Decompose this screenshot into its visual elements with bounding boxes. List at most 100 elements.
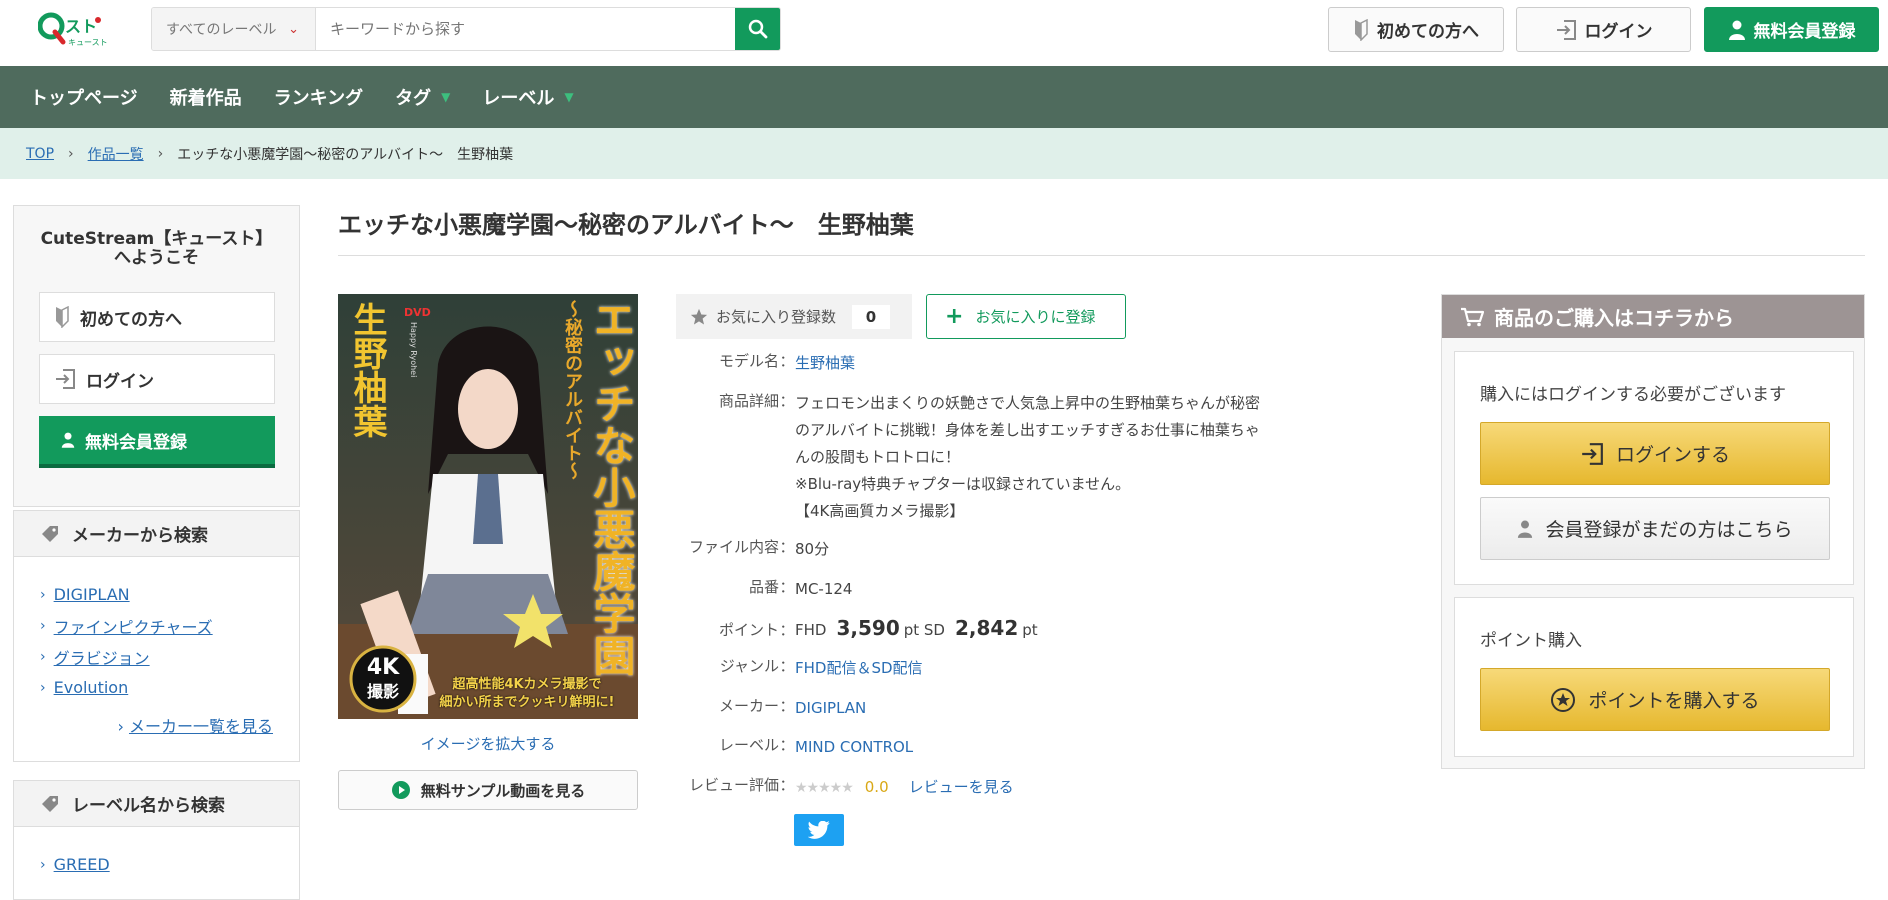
file-content-value: 80分 <box>795 540 830 558</box>
review-score: 0.0 <box>864 778 889 796</box>
sidebar-register-label: 無料会員登録 <box>85 432 187 453</box>
cover-caption-line: 細かい所までクッキリ鮮明に! <box>439 695 615 710</box>
purchase-login-button[interactable]: ログインする <box>1480 422 1830 485</box>
search-button[interactable] <box>735 8 780 50</box>
maker-link[interactable]: DIGIPLAN <box>54 585 130 604</box>
login-icon <box>1582 442 1603 465</box>
genre-link[interactable]: FHD配信＆SD配信 <box>795 655 923 682</box>
maker-link[interactable]: DIGIPLAN <box>795 695 866 722</box>
maker-link[interactable]: グラビジョン <box>54 645 150 669</box>
maker-row: メーカー： DIGIPLAN <box>676 695 866 722</box>
breadcrumb: TOP › 作品一覧 › エッチな小悪魔学園～秘密のアルバイト～ 生野柚葉 <box>0 128 1888 179</box>
sidebar-beginner-button[interactable]: 初めての方へ <box>39 292 275 342</box>
search-input[interactable] <box>316 8 735 50</box>
buy-points-label: ポイントを購入する <box>1588 690 1760 712</box>
sidebar-beginner-label: 初めての方へ <box>80 309 182 330</box>
label-search-title: レーベル名から検索 <box>72 796 225 816</box>
separator: ： <box>779 578 795 596</box>
page-title: エッチな小悪魔学園～秘密のアルバイト～ 生野柚葉 <box>338 211 914 239</box>
detail-label: 商品詳細 <box>718 392 779 410</box>
nav-item-label: レーベル <box>482 88 555 109</box>
play-icon <box>391 781 410 799</box>
file-row: ファイル内容： 80分 <box>676 536 829 563</box>
product-code-value: MC-124 <box>795 580 853 598</box>
nav-item-top[interactable]: トップページ <box>30 84 138 110</box>
cart-icon <box>1461 307 1484 326</box>
maker-label: メーカー <box>718 697 779 715</box>
title-divider <box>338 255 1865 256</box>
maker-search-header: メーカーから検索 <box>14 511 299 557</box>
plus-icon: + <box>945 304 964 329</box>
purchase-box: 商品のご購入はコチラから 購入にはログインする必要がございます ログインする 会… <box>1441 294 1865 769</box>
nav-item-ranking[interactable]: ランキング <box>274 84 363 110</box>
purchase-register-button[interactable]: 会員登録がまだの方はこちら <box>1480 497 1830 560</box>
twitter-share-button[interactable] <box>794 814 844 846</box>
sd-price: 2,842 <box>954 616 1019 640</box>
review-label: レビュー評価 <box>688 776 779 794</box>
login-icon <box>56 369 75 389</box>
review-row: レビュー評価： ★★★★★ 0.0 レビューを見る <box>676 774 1014 802</box>
separator: ： <box>779 776 795 794</box>
login-notice: 購入にはログインする必要がございます <box>1480 385 1786 405</box>
product-cover-image[interactable]: 生野柚葉 エッチな小悪魔学園 ～秘密のアルバイト～ DVD Happy Ryoh… <box>338 294 638 719</box>
purchase-header-text: 商品のご購入はコチラから <box>1494 306 1734 330</box>
register-button[interactable]: 無料会員登録 <box>1704 7 1879 52</box>
chevron-down-icon: ▼ <box>564 90 574 104</box>
maker-link[interactable]: Evolution <box>54 678 129 697</box>
nav-item-label: 新着作品 <box>169 88 242 109</box>
maker-link[interactable]: ファインピクチャーズ <box>54 614 213 638</box>
list-item: › DIGIPLAN <box>40 579 299 610</box>
sd-label: pt SD <box>903 621 945 639</box>
favorite-count-value: 0 <box>852 304 891 329</box>
label-search-header: レーベル名から検索 <box>14 781 299 827</box>
star-circle-icon <box>1551 687 1576 712</box>
svg-text:キュースト: キュースト <box>68 38 108 47</box>
detail-row: 商品詳細： フェロモン出まくりの妖艶さで人気急上昇中の生野柚葉ちゃんが秘密 のア… <box>676 390 1260 525</box>
beginner-label: 初めての方へ <box>1377 22 1479 42</box>
chevron-right-icon: › <box>68 145 74 162</box>
sidebar-register-button[interactable]: 無料会員登録 <box>39 416 275 468</box>
add-favorite-button[interactable]: + お気に入りに登録 <box>926 294 1126 339</box>
cover-subtitle-text: ～秘密のアルバイト～ <box>562 300 583 480</box>
chevron-right-icon: › <box>40 679 46 696</box>
nav-item-label[interactable]: レーベル ▼ <box>482 84 573 110</box>
detail-line: 【4K高画質カメラ撮影】 <box>795 502 965 520</box>
tag-icon <box>42 795 58 812</box>
favorite-count: お気に入り登録数 0 <box>676 294 912 339</box>
maker-more-link[interactable]: メーカー一覧を見る <box>129 717 273 736</box>
login-button[interactable]: ログイン <box>1516 7 1691 52</box>
site-logo[interactable]: スト キュースト <box>37 10 108 50</box>
enlarge-image-link[interactable]: イメージを拡大する <box>338 733 638 754</box>
nav-item-tag[interactable]: タグ ▼ <box>395 84 450 110</box>
cover-4k-badge: 4K 撮影 <box>354 656 412 704</box>
label-link[interactable]: MIND CONTROL <box>795 734 913 761</box>
sidebar-login-button[interactable]: ログイン <box>39 354 275 404</box>
main-nav: トップページ 新着作品 ランキング タグ ▼ レーベル ▼ <box>0 66 1888 128</box>
label-search-box: レーベル名から検索 › GREED <box>13 780 300 900</box>
separator: ： <box>779 697 795 715</box>
model-link[interactable]: 生野柚葉 <box>795 350 855 377</box>
purchase-register-label: 会員登録がまだの方はこちら <box>1545 519 1793 541</box>
detail-line: んの股間もトロトロに！ <box>795 448 961 466</box>
breadcrumb-list-link[interactable]: 作品一覧 <box>88 144 144 164</box>
free-sample-button[interactable]: 無料サンプル動画を見る <box>338 770 638 810</box>
user-icon <box>61 432 75 448</box>
buy-points-button[interactable]: ポイントを購入する <box>1480 668 1830 731</box>
code-row: 品番： MC-124 <box>676 576 852 603</box>
beginner-mark-icon <box>1355 18 1368 41</box>
review-link[interactable]: レビューを見る <box>909 778 1014 796</box>
twitter-bird-icon <box>808 821 830 839</box>
favorite-count-label: お気に入り登録数 <box>716 308 837 326</box>
chevron-right-icon: › <box>40 648 46 665</box>
label-select[interactable]: すべてのレーベル ⌄ <box>152 8 316 50</box>
nav-item-new[interactable]: 新着作品 <box>170 84 242 110</box>
maker-list: › DIGIPLAN › ファインピクチャーズ › グラビジョン › Evolution <box>14 557 299 703</box>
search-bar: すべてのレーベル ⌄ <box>151 7 781 51</box>
label-link[interactable]: GREED <box>54 855 110 874</box>
free-sample-label: 無料サンプル動画を見る <box>420 781 586 800</box>
breadcrumb-top-link[interactable]: TOP <box>26 146 54 162</box>
sidebar-login-label: ログイン <box>86 371 154 392</box>
fhd-label: FHD <box>795 621 827 639</box>
detail-line: のアルバイトに挑戦！身体を差し出すエッチすぎるお仕事に柚葉ちゃ <box>795 421 1260 439</box>
beginner-button[interactable]: 初めての方へ <box>1328 7 1504 52</box>
